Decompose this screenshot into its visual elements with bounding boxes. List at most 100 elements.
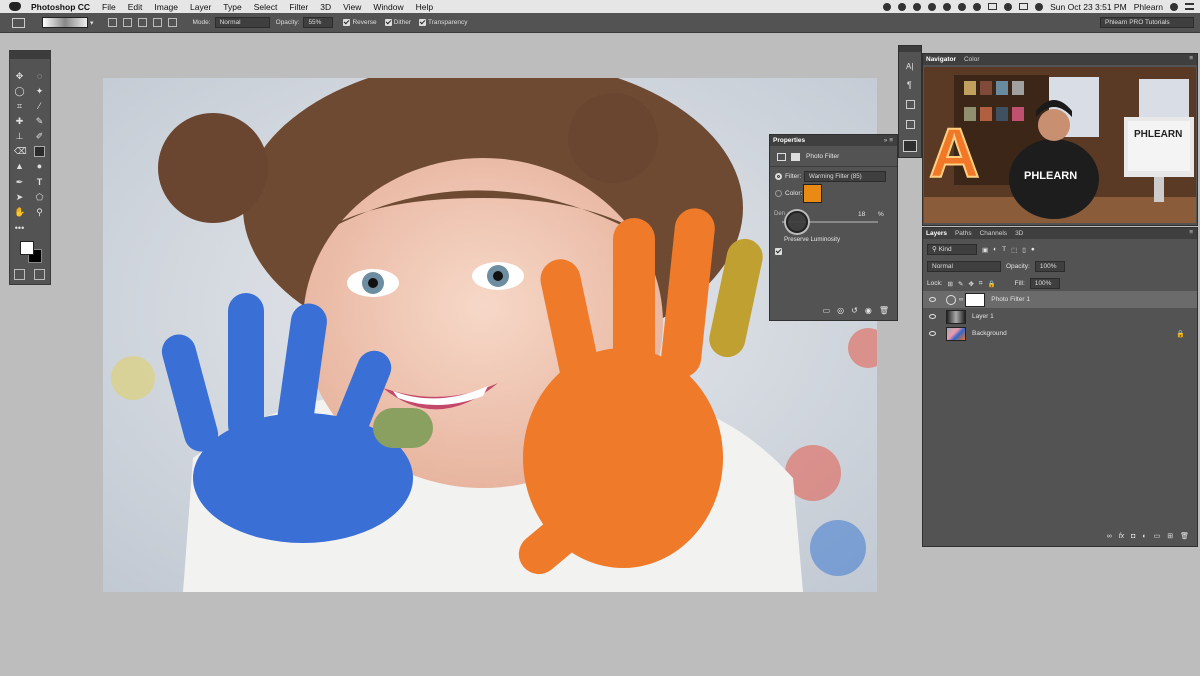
transparency-checkbox[interactable] — [419, 19, 426, 26]
lock-transparent-icon[interactable]: ⊞ — [948, 280, 953, 288]
shape-tool-icon[interactable]: ⬠ — [34, 192, 45, 203]
time-machine-icon[interactable] — [973, 2, 982, 11]
visibility-eye-icon[interactable] — [929, 314, 936, 319]
history-brush-icon[interactable]: ✐ — [34, 131, 45, 142]
airplay-icon[interactable] — [988, 3, 998, 10]
lock-all-icon[interactable]: 🔒 — [988, 280, 996, 288]
document-canvas[interactable] — [103, 78, 877, 592]
color-radio[interactable] — [775, 190, 782, 197]
link-layers-icon[interactable]: ∞ — [1107, 533, 1112, 540]
visibility-eye-icon[interactable] — [929, 297, 936, 302]
workspace-select[interactable]: Phlearn PRO Tutorials — [1100, 17, 1194, 28]
search-icon[interactable] — [1170, 2, 1178, 11]
filter-toggle-icon[interactable]: ● — [1031, 246, 1035, 253]
chat-icon[interactable] — [913, 2, 922, 11]
adjustments-icon[interactable] — [906, 120, 915, 129]
layer-thumb[interactable] — [946, 309, 966, 324]
tab-paths[interactable]: Paths — [955, 230, 972, 237]
lock-artboard-icon[interactable]: ⌗ — [979, 280, 983, 288]
brush-tool-icon[interactable]: ✎ — [34, 116, 45, 127]
menu-select[interactable]: Select — [254, 2, 278, 12]
marquee-tool-icon[interactable]: ◌ — [34, 71, 45, 82]
gradient-tool-icon[interactable] — [34, 146, 45, 157]
battery-icon[interactable] — [1019, 3, 1029, 10]
filter-type-icon[interactable]: T — [1002, 246, 1006, 253]
layer-thumb[interactable] — [946, 326, 966, 341]
type-tool-icon[interactable]: T — [34, 177, 45, 188]
gradient-dropdown-icon[interactable]: ▾ — [90, 19, 94, 27]
layer-name[interactable]: Photo Filter 1 — [991, 296, 1030, 303]
libraries-icon[interactable] — [906, 100, 915, 109]
notification-center-icon[interactable] — [1185, 3, 1194, 10]
tab-channels[interactable]: Channels — [980, 230, 1007, 237]
tab-3d[interactable]: 3D — [1015, 230, 1023, 237]
layer-mask-thumb[interactable] — [965, 292, 986, 307]
layer-row-background[interactable]: Background 🔒 — [923, 325, 1197, 342]
navigator-preview[interactable]: A PHLEARN PHLEARN — [924, 67, 1196, 223]
healing-brush-icon[interactable]: ✚ — [14, 116, 25, 127]
layer-name[interactable]: Layer 1 — [972, 313, 994, 320]
more-tools-icon[interactable]: ••• — [14, 223, 25, 234]
filter-shape-icon[interactable]: ⬚ — [1011, 246, 1017, 254]
new-adjustment-icon[interactable]: ◐ — [1142, 533, 1146, 540]
dither-checkbox[interactable] — [384, 19, 392, 26]
menu-filter[interactable]: Filter — [289, 2, 308, 12]
lock-position-icon[interactable]: ✥ — [968, 280, 973, 288]
panel-menu-icon[interactable]: » ≡ — [884, 137, 893, 144]
eyedropper-icon[interactable]: ⁄ — [34, 101, 45, 112]
layer-style-icon[interactable]: fx — [1119, 533, 1124, 540]
delete-layer-icon[interactable]: 🗑 — [1180, 532, 1189, 540]
menu-window[interactable]: Window — [373, 2, 403, 12]
link-icon[interactable]: ∞ — [959, 297, 963, 303]
paragraph-panel-icon[interactable]: ¶ — [907, 80, 912, 90]
hand-tool-icon[interactable]: ✋ — [14, 207, 25, 218]
color-swatch[interactable] — [803, 184, 822, 203]
clip-to-layer-icon[interactable]: ▭ — [823, 306, 831, 315]
tab-color[interactable]: Color — [964, 56, 980, 63]
status-icon[interactable] — [898, 2, 907, 11]
mask-icon[interactable] — [791, 153, 800, 161]
menu-image[interactable]: Image — [154, 2, 178, 12]
quick-mask-icon[interactable] — [14, 269, 25, 280]
path-selection-icon[interactable]: ➤ — [14, 192, 25, 203]
fill-input[interactable]: 100% — [1029, 278, 1060, 289]
dodge-tool-icon[interactable]: ● — [34, 161, 45, 172]
zoom-tool-icon[interactable]: ⚲ — [34, 207, 45, 218]
menu-edit[interactable]: Edit — [128, 2, 143, 12]
visibility-icon[interactable]: ◉ — [865, 306, 872, 315]
character-panel-icon[interactable]: A| — [906, 62, 913, 71]
menu-file[interactable]: File — [102, 2, 116, 12]
menubar-user[interactable]: Phlearn — [1134, 2, 1163, 12]
crop-tool-icon[interactable]: ⌗ — [14, 101, 25, 112]
density-value[interactable]: 18 — [858, 211, 865, 218]
foreground-color-swatch[interactable] — [20, 241, 34, 255]
layer-name[interactable]: Background — [972, 330, 1007, 337]
delete-icon[interactable]: 🗑 — [879, 306, 889, 315]
layer-row-photo-filter[interactable]: ∞ Photo Filter 1 — [923, 291, 1197, 308]
menu-layer[interactable]: Layer — [190, 2, 211, 12]
menu-3d[interactable]: 3D — [320, 2, 331, 12]
dropbox-icon[interactable] — [928, 2, 937, 11]
menu-type[interactable]: Type — [223, 2, 241, 12]
move-tool-icon[interactable]: ✥ — [14, 71, 25, 82]
filter-select[interactable]: Warming Filter (85) — [804, 171, 886, 182]
gradient-picker[interactable] — [42, 17, 88, 28]
app-menu[interactable]: Photoshop CC — [31, 2, 90, 12]
magic-wand-icon[interactable]: ✦ — [34, 86, 45, 97]
properties-tabbar[interactable]: Properties » ≡ — [770, 135, 897, 146]
tab-layers[interactable]: Layers — [926, 230, 947, 237]
pen-tool-icon[interactable]: ✒ — [14, 177, 25, 188]
properties-panel-icon[interactable] — [903, 140, 917, 152]
blur-tool-icon[interactable]: ▲ — [14, 161, 25, 172]
opacity-input[interactable]: 55% — [303, 17, 334, 28]
preserve-luminosity-checkbox[interactable] — [775, 248, 782, 256]
menubar-clock[interactable]: Sun Oct 23 3:51 PM — [1050, 2, 1127, 12]
strip-header[interactable] — [899, 46, 921, 52]
eraser-icon[interactable]: ⌫ — [14, 146, 27, 157]
new-layer-icon[interactable]: ⊞ — [1167, 532, 1173, 540]
blend-mode-select[interactable]: Normal — [927, 261, 1001, 272]
diamond-gradient-button[interactable] — [167, 18, 177, 27]
visibility-eye-icon[interactable] — [929, 331, 936, 336]
layers-menu-icon[interactable]: ≡ — [1189, 229, 1193, 236]
properties-title[interactable]: Properties — [773, 137, 805, 144]
